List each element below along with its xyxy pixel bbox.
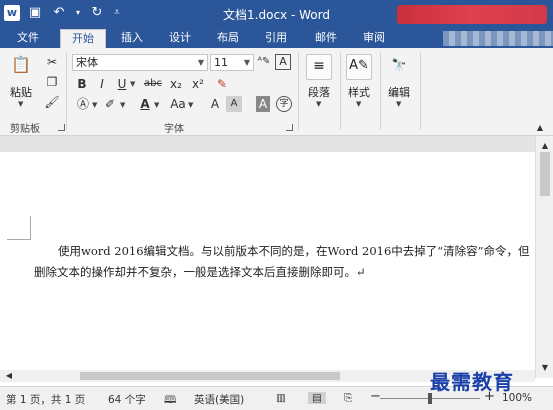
chevron-down-icon[interactable]: ▼ bbox=[356, 100, 361, 108]
collapse-ribbon-icon[interactable]: ▲ bbox=[534, 120, 546, 136]
binoculars-icon[interactable]: 🔭 bbox=[386, 54, 412, 80]
tab-layout[interactable]: 布局 bbox=[206, 29, 250, 48]
document-page[interactable]: 使用word 2016编辑文档。与以前版本不同的是，在Word 2016中去掉了… bbox=[0, 152, 535, 378]
strikethrough-button[interactable]: abc bbox=[142, 76, 164, 92]
divider bbox=[66, 52, 67, 130]
vertical-scroll-thumb[interactable] bbox=[540, 152, 550, 196]
highlight-icon[interactable]: ✐ bbox=[102, 96, 118, 112]
font-name-value: 宋体 bbox=[76, 56, 98, 69]
chevron-down-icon[interactable]: ▼ bbox=[316, 100, 321, 108]
tab-review[interactable]: 审阅 bbox=[352, 29, 396, 48]
paragraph-icon[interactable]: ≡ bbox=[306, 54, 332, 80]
shrink-font-button[interactable]: A bbox=[226, 96, 242, 112]
proofing-icon[interactable]: 🕮 bbox=[164, 392, 176, 410]
ribbon-tabs: 文件 开始 插入 设计 布局 引用 邮件 审阅 bbox=[0, 29, 553, 48]
chevron-down-icon[interactable]: ▼ bbox=[92, 101, 97, 109]
print-layout-icon[interactable]: ▤ bbox=[308, 392, 326, 404]
tab-insert[interactable]: 插入 bbox=[110, 29, 154, 48]
paste-chevron-down-icon[interactable]: ▼ bbox=[18, 100, 23, 108]
grow-font-button[interactable]: A bbox=[208, 96, 222, 112]
ribbon: 📋 粘贴 ▼ ✂ ❐ 🖌 剪贴板 宋体 ▼ 11 ▼ ᴬ✎ A B I U ▼ … bbox=[0, 48, 553, 136]
page-count[interactable]: 第 1 页，共 1 页 bbox=[6, 392, 85, 407]
chevron-down-icon[interactable]: ▼ bbox=[130, 80, 135, 88]
styles-button-label[interactable]: 样式 bbox=[342, 84, 376, 100]
format-painter-icon[interactable]: 🖌 bbox=[44, 94, 60, 110]
font-size-value: 11 bbox=[214, 56, 228, 69]
horizontal-scroll-thumb[interactable] bbox=[80, 372, 340, 380]
char-border-icon[interactable]: A bbox=[275, 54, 291, 70]
document-paragraph[interactable]: 使用word 2016编辑文档。与以前版本不同的是，在Word 2016中去掉了… bbox=[34, 241, 534, 283]
zoom-out-button[interactable]: − bbox=[370, 389, 381, 404]
font-launcher-icon[interactable] bbox=[286, 124, 293, 131]
italic-button[interactable]: I bbox=[96, 76, 108, 92]
vertical-scrollbar[interactable]: ▲ ▼ bbox=[535, 136, 553, 378]
text-effects-icon[interactable]: ✎ bbox=[214, 76, 230, 92]
scroll-left-icon[interactable]: ◀ bbox=[4, 368, 14, 384]
tab-home[interactable]: 开始 bbox=[60, 29, 106, 48]
watermark: 最需教育 bbox=[430, 370, 514, 394]
tab-references[interactable]: 引用 bbox=[254, 29, 298, 48]
chevron-down-icon[interactable]: ▼ bbox=[396, 100, 401, 108]
read-mode-icon[interactable]: ▥ bbox=[276, 392, 286, 404]
divider bbox=[298, 52, 299, 130]
signin-area-redacted bbox=[397, 5, 547, 24]
styles-icon[interactable]: A✎ bbox=[346, 54, 372, 80]
divider bbox=[380, 52, 381, 130]
page-gap bbox=[0, 136, 535, 152]
tab-file[interactable]: 文件 bbox=[6, 29, 50, 48]
chevron-down-icon[interactable]: ▼ bbox=[154, 101, 159, 109]
subscript-button[interactable]: x₂ bbox=[168, 76, 184, 92]
chevron-down-icon: ▼ bbox=[243, 58, 250, 67]
copy-icon[interactable]: ❐ bbox=[44, 74, 60, 90]
editing-button-label[interactable]: 编辑 bbox=[382, 84, 416, 100]
font-name-select[interactable]: 宋体 ▼ bbox=[72, 54, 208, 71]
tab-mailings[interactable]: 邮件 bbox=[304, 29, 348, 48]
bold-button[interactable]: B bbox=[76, 76, 88, 92]
clipboard-group-label: 剪贴板 bbox=[10, 124, 40, 135]
font-size-select[interactable]: 11 ▼ bbox=[210, 54, 254, 71]
paragraph-button-label[interactable]: 段落 bbox=[302, 84, 336, 100]
chevron-down-icon[interactable]: ▼ bbox=[188, 101, 193, 109]
title-bar: w ▣ ↶ ▾ ↻ ⩡ 文档1.docx - Word bbox=[0, 0, 553, 29]
tab-design[interactable]: 设计 bbox=[158, 29, 202, 48]
web-layout-icon[interactable]: ⎘ bbox=[344, 392, 352, 405]
paste-icon[interactable]: 📋 bbox=[8, 54, 34, 82]
text-effects-button-icon[interactable]: Ⓐ bbox=[76, 96, 90, 112]
clear-formatting-icon[interactable]: ᴬ✎ bbox=[256, 54, 272, 70]
phonetic-guide-button[interactable]: 字 bbox=[276, 96, 292, 112]
superscript-button[interactable]: x² bbox=[190, 76, 206, 92]
paste-button-label[interactable]: 粘贴 bbox=[6, 84, 36, 100]
chevron-down-icon[interactable]: ▼ bbox=[120, 101, 125, 109]
chevron-down-icon: ▼ bbox=[197, 58, 204, 67]
font-group-label: 字体 bbox=[164, 124, 184, 135]
language-status[interactable]: 英语(美国) bbox=[194, 392, 244, 407]
word-count[interactable]: 64 个字 bbox=[108, 392, 146, 407]
tabs-redacted bbox=[443, 31, 553, 46]
font-color-icon[interactable]: A bbox=[138, 96, 152, 112]
scroll-down-icon[interactable]: ▼ bbox=[539, 360, 551, 376]
document-area: 使用word 2016编辑文档。与以前版本不同的是，在Word 2016中去掉了… bbox=[0, 136, 553, 378]
margin-corner-mark bbox=[7, 216, 31, 240]
divider bbox=[340, 52, 341, 130]
change-case-button[interactable]: Aa bbox=[168, 96, 188, 112]
divider bbox=[420, 52, 421, 130]
clipboard-launcher-icon[interactable] bbox=[58, 124, 65, 131]
underline-button[interactable]: U bbox=[116, 76, 128, 92]
char-shading-button[interactable]: A bbox=[256, 96, 270, 112]
cut-icon[interactable]: ✂ bbox=[44, 54, 60, 70]
